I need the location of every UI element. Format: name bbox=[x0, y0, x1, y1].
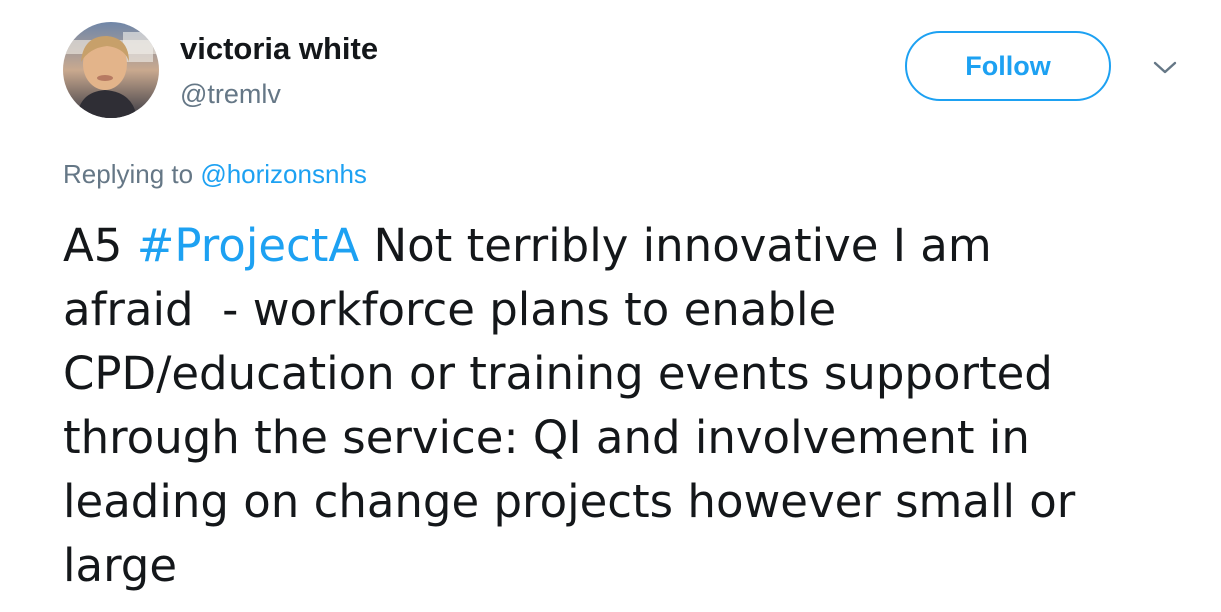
display-name[interactable]: victoria white bbox=[180, 30, 378, 68]
tweet-card: victoria white @tremlv Follow Replying t… bbox=[0, 0, 1221, 612]
tweet-text-after: Not terribly innovative I am afraid - wo… bbox=[63, 219, 1076, 592]
avatar[interactable] bbox=[63, 22, 159, 118]
hashtag-link[interactable]: #ProjectA bbox=[137, 219, 359, 272]
follow-button[interactable]: Follow bbox=[905, 31, 1111, 101]
tweet-text: A5 #ProjectA Not terribly innovative I a… bbox=[63, 214, 1183, 598]
chevron-down-icon bbox=[1153, 61, 1177, 74]
reply-prefix: Replying to bbox=[63, 159, 201, 189]
profile-photo-icon bbox=[63, 22, 159, 118]
reply-context: Replying to @horizonsnhs bbox=[63, 156, 367, 192]
user-handle[interactable]: @tremlv bbox=[180, 77, 281, 111]
reply-mention-link[interactable]: @horizonsnhs bbox=[200, 159, 367, 189]
more-menu-button[interactable] bbox=[1150, 56, 1180, 80]
tweet-text-before: A5 bbox=[63, 219, 137, 272]
